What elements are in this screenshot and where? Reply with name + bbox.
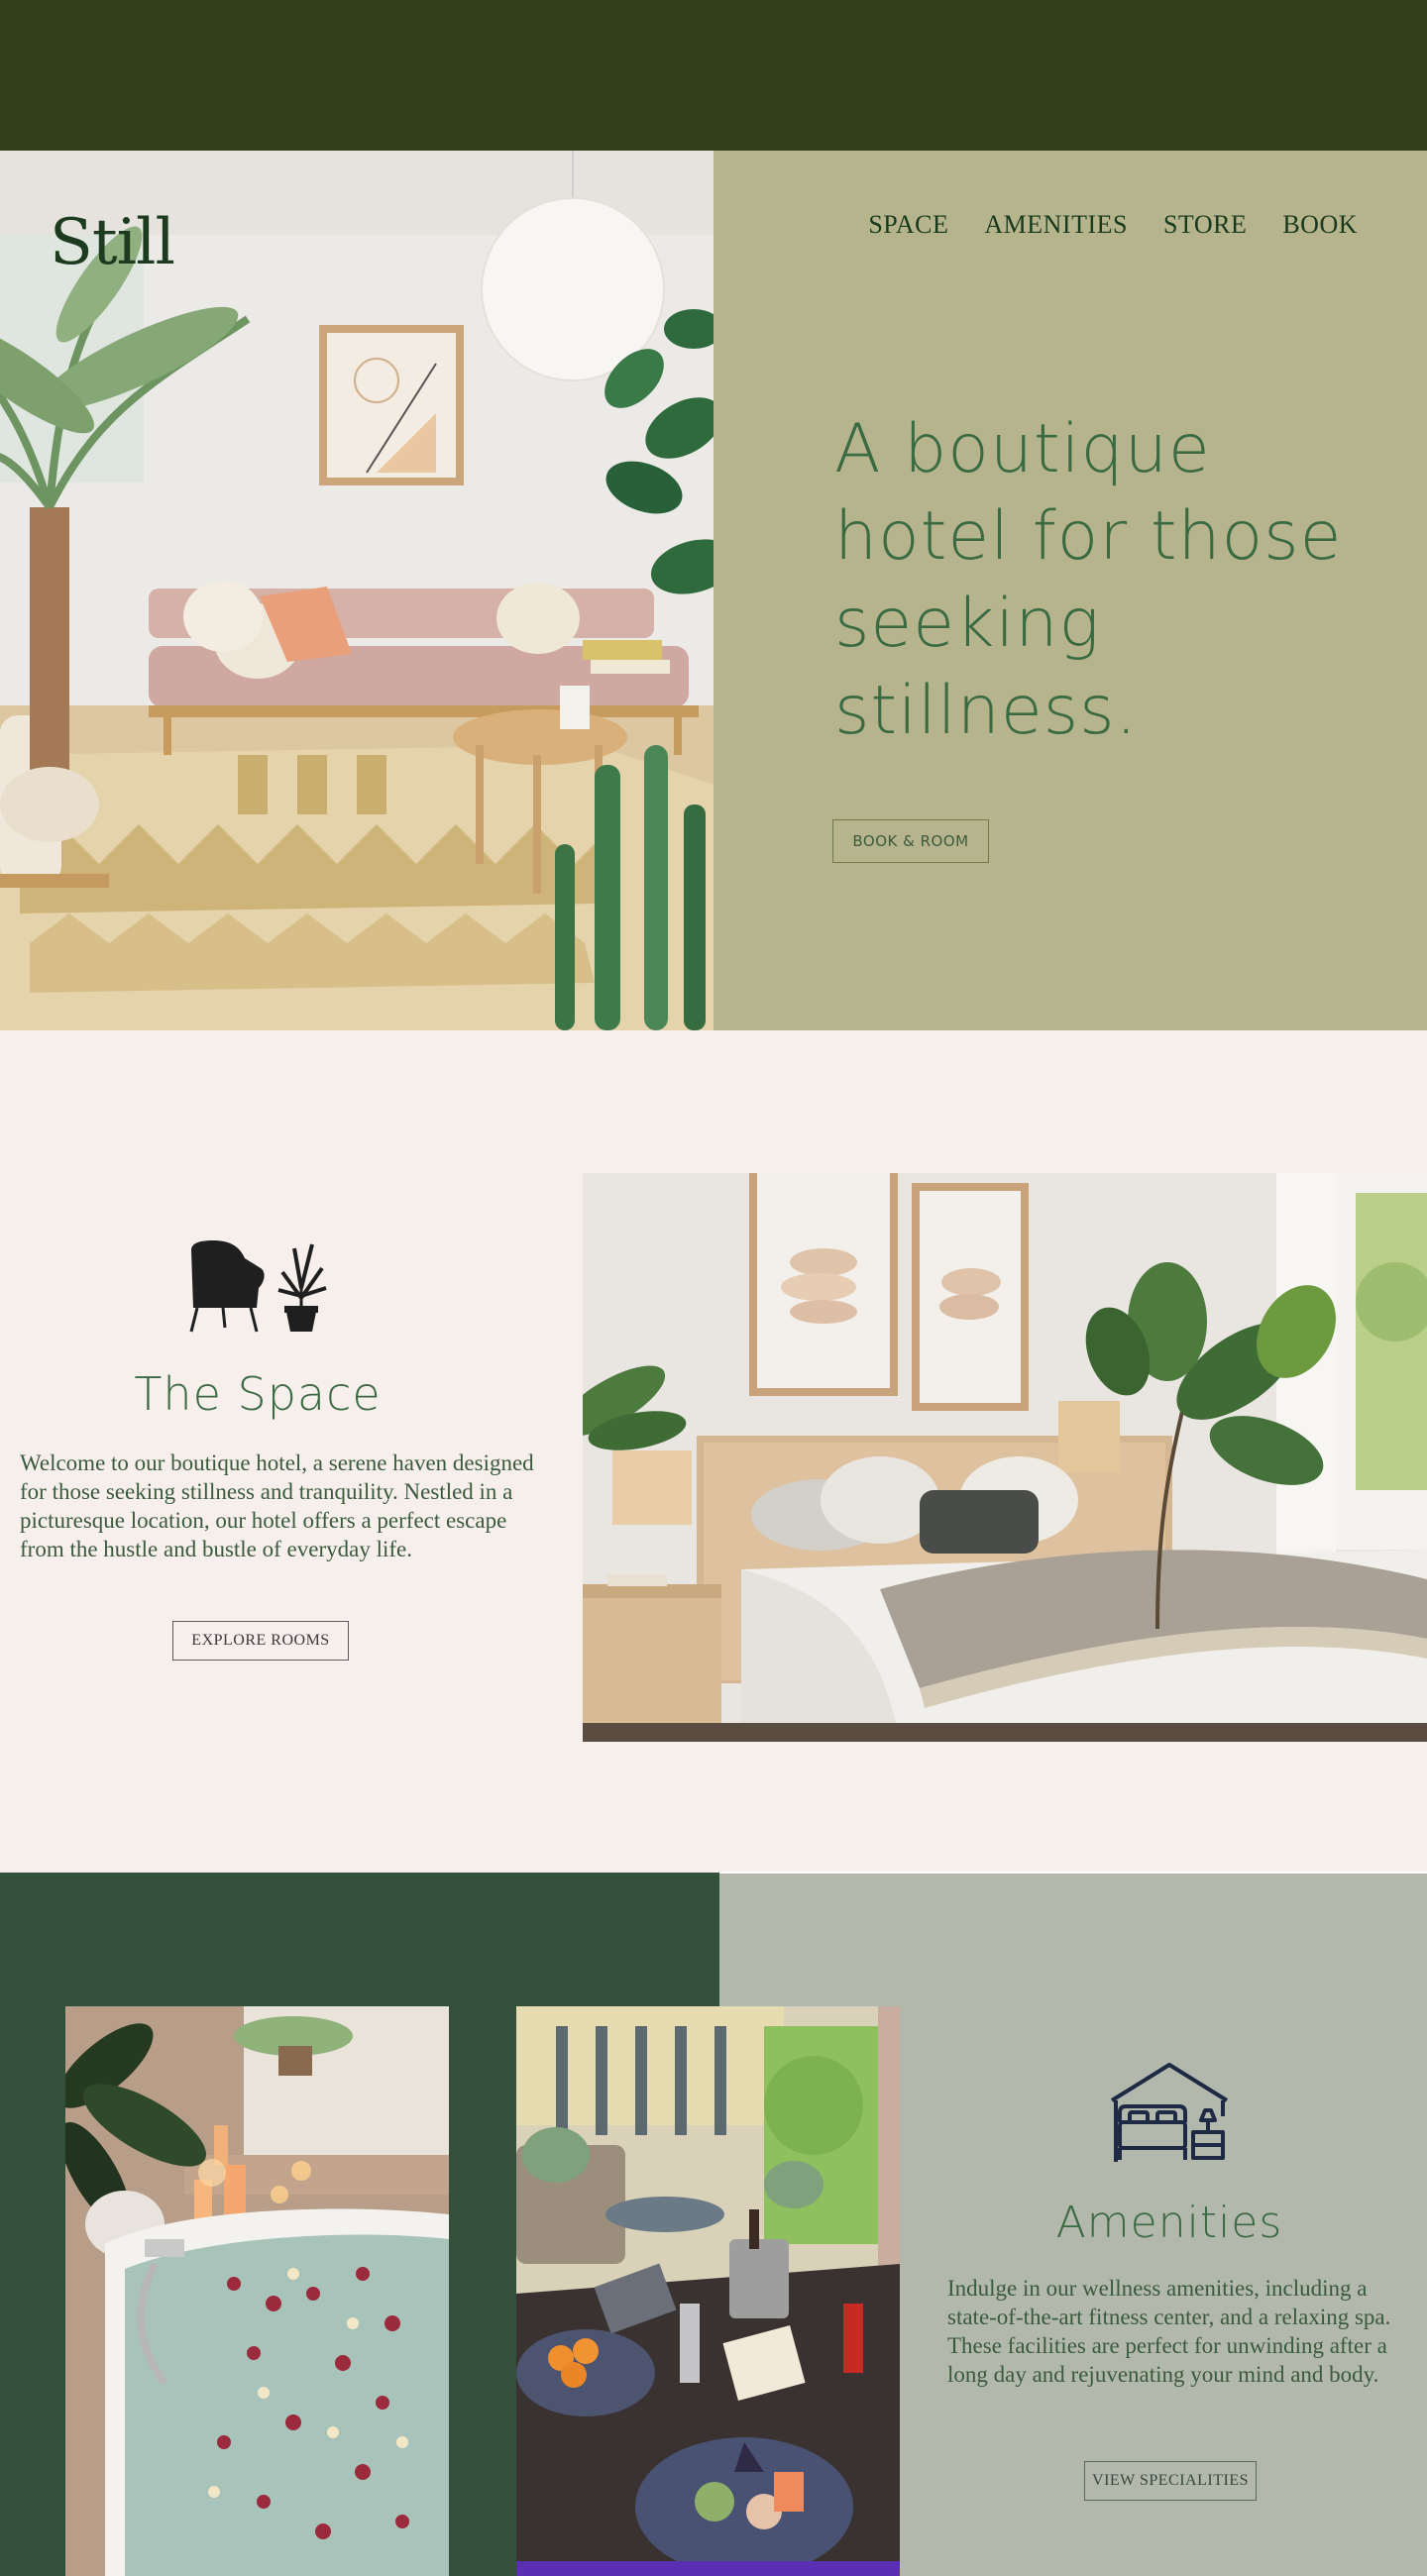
space-description: Welcome to our boutique hotel, a serene … (20, 1450, 534, 1561)
nav-book-link[interactable]: BOOK (1282, 210, 1358, 240)
section-divider (719, 1872, 1427, 1874)
nav-space-link[interactable]: SPACE (868, 210, 948, 240)
explore-rooms-button[interactable]: EXPLORE ROOMS (172, 1621, 349, 1661)
bedroom-image (583, 1173, 1427, 1742)
brand-logo[interactable]: Still (50, 206, 175, 279)
hero-living-room-image (0, 151, 714, 1030)
view-specialities-button[interactable]: VIEW SPECIALITIES (1084, 2461, 1257, 2501)
hero-headline: A boutique hotel for those seeking still… (834, 410, 1343, 750)
amenities-title: Amenities (1055, 2198, 1283, 2248)
nav-amenities-link[interactable]: AMENITIES (984, 210, 1128, 240)
house-bed-icon (1108, 2061, 1231, 2166)
armchair-plant-icon (183, 1238, 332, 1333)
nav-store-link[interactable]: STORE (1163, 210, 1247, 240)
main-nav: SPACE AMENITIES STORE BOOK (868, 210, 1358, 240)
amenities-description: Indulge in our wellness amenities, inclu… (947, 2276, 1391, 2387)
top-banner (0, 0, 1427, 151)
book-room-button[interactable]: BOOK & ROOM (832, 819, 989, 863)
spa-bath-image (65, 2006, 449, 2576)
balcony-breakfast-image (516, 2006, 900, 2576)
space-title: The Space (134, 1367, 382, 1421)
